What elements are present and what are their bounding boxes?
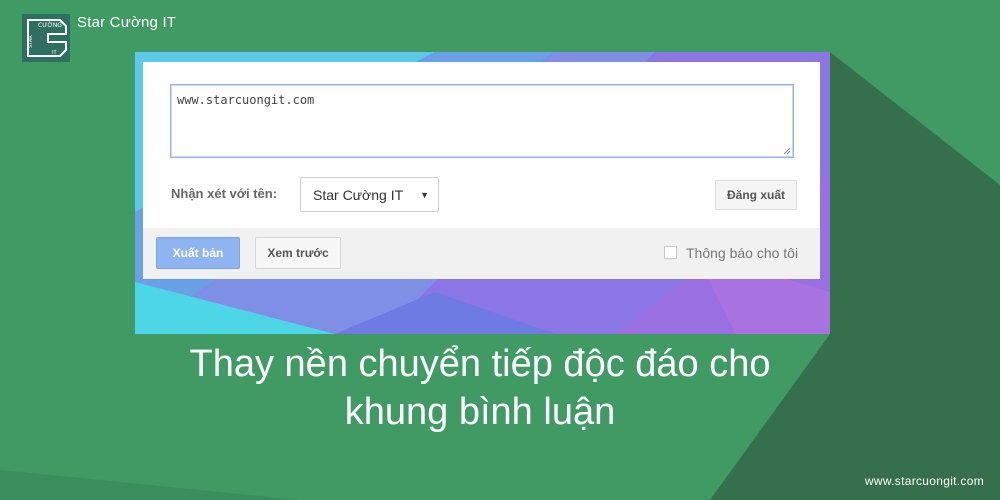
comment-textarea[interactable]: www.starcuongit.com: [170, 84, 794, 158]
headline-line-1: Thay nền chuyển tiếp độc đáo cho: [189, 343, 771, 385]
headline: Thay nền chuyển tiếp độc đáo cho khung b…: [0, 340, 960, 436]
resize-grip-icon[interactable]: [782, 146, 791, 155]
logo-text-star: STAR: [28, 35, 34, 48]
comment-form-screenshot: www.starcuongit.com Nhận xét với tên: St…: [135, 52, 830, 334]
headline-line-2: khung bình luận: [344, 391, 616, 433]
dropdown-caret-icon: ▼: [420, 190, 429, 200]
star-cuong-logo-icon: CƯỜNG STAR IT: [22, 14, 70, 62]
identity-select-value: Star Cường IT: [313, 186, 404, 203]
publish-button[interactable]: Xuất bản: [156, 237, 240, 269]
notify-checkbox[interactable]: [664, 246, 677, 259]
notify-label: Thông báo cho tôi: [686, 245, 799, 261]
comment-panel: www.starcuongit.com Nhận xét với tên: St…: [143, 62, 820, 279]
comment-text: www.starcuongit.com: [177, 93, 315, 107]
sign-out-button[interactable]: Đăng xuất: [715, 180, 797, 210]
preview-button[interactable]: Xem trước: [255, 237, 341, 269]
name-label: Nhận xét với tên:: [171, 186, 278, 201]
logo-text-cuong: CƯỜNG: [38, 22, 62, 29]
brand-name: Star Cường IT: [77, 14, 177, 31]
identity-select[interactable]: Star Cường IT ▼: [300, 177, 439, 212]
footer-url: www.starcuongit.com: [864, 474, 984, 488]
form-footer: Xuất bản Xem trước Thông báo cho tôi: [143, 228, 820, 279]
